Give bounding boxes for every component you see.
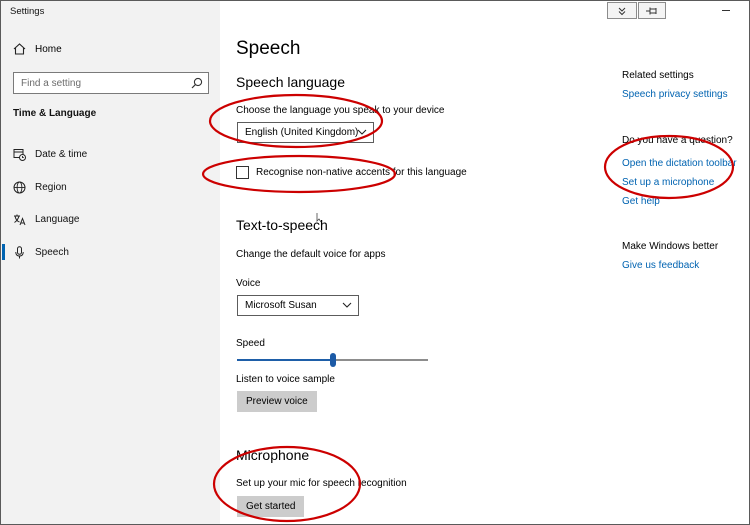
tts-heading: Text-to-speech — [236, 217, 328, 233]
accents-checkbox-label: Recognise non-native accents for this la… — [256, 167, 467, 178]
speed-slider-track — [336, 359, 428, 361]
sidebar-section-title: Time & Language — [13, 108, 97, 119]
sidebar: Settings Home Time & Language — [1, 1, 220, 524]
chevron-down-icon — [342, 302, 352, 308]
speed-slider[interactable] — [237, 353, 428, 367]
accents-checkbox[interactable] — [236, 166, 249, 179]
preview-voice-button[interactable]: Preview voice — [237, 391, 317, 412]
speed-slider-fill — [237, 359, 330, 361]
language-dropdown-value: English (United Kingdom) — [245, 127, 359, 138]
voice-dropdown-value: Microsoft Susan — [245, 300, 317, 311]
setup-microphone-link[interactable]: Set up a microphone — [622, 177, 714, 188]
home-icon — [13, 43, 26, 55]
feedback-heading: Make Windows better — [622, 241, 719, 252]
sample-label: Listen to voice sample — [236, 374, 335, 385]
tts-description: Change the default voice for apps — [236, 249, 386, 260]
text-cursor-icon — [316, 213, 322, 223]
related-settings-heading: Related settings — [622, 70, 694, 81]
search-icon[interactable] — [191, 77, 203, 89]
double-chevron-down-icon — [618, 7, 626, 15]
sidebar-item-label: Date & time — [35, 148, 88, 160]
speed-slider-thumb[interactable] — [330, 353, 336, 367]
language-prompt: Choose the language you speak to your de… — [236, 105, 445, 116]
sidebar-item-language[interactable]: Language — [1, 206, 220, 232]
voice-dropdown[interactable]: Microsoft Susan — [237, 295, 359, 316]
sidebar-item-label: Region — [35, 181, 67, 193]
speed-label: Speed — [236, 338, 265, 349]
sidebar-item-label: Speech — [35, 246, 69, 258]
hide-toolbar-button[interactable] — [607, 2, 637, 19]
chevron-down-icon — [357, 129, 367, 135]
calendar-clock-icon — [12, 147, 26, 161]
voice-label: Voice — [236, 278, 261, 289]
speech-privacy-link[interactable]: Speech privacy settings — [622, 89, 728, 100]
settings-window: Settings Home Time & Language — [0, 0, 750, 525]
pin-icon — [646, 7, 657, 14]
search-box[interactable] — [13, 72, 209, 94]
pin-toolbar-button[interactable] — [638, 2, 666, 19]
dictation-toolbar-link[interactable]: Open the dictation toolbar — [622, 158, 737, 169]
globe-icon — [12, 180, 26, 194]
home-nav-item[interactable]: Home — [13, 43, 62, 55]
accents-checkbox-row[interactable]: Recognise non-native accents for this la… — [236, 166, 467, 179]
search-input[interactable] — [14, 73, 184, 94]
language-icon — [12, 212, 26, 226]
minimize-button[interactable] — [720, 3, 734, 17]
sidebar-item-date-time[interactable]: Date & time — [1, 141, 220, 167]
microphone-description: Set up your mic for speech recognition — [236, 478, 407, 489]
app-title: Settings — [10, 6, 45, 17]
sidebar-item-region[interactable]: Region — [1, 174, 220, 200]
page-title: Speech — [236, 38, 301, 59]
give-feedback-link[interactable]: Give us feedback — [622, 260, 699, 271]
question-heading: Do you have a question? — [622, 135, 733, 146]
home-label: Home — [35, 43, 62, 55]
get-help-link[interactable]: Get help — [622, 196, 660, 207]
sidebar-item-label: Language — [35, 213, 80, 225]
speech-language-heading: Speech language — [236, 74, 345, 90]
sidebar-item-speech[interactable]: Speech — [1, 239, 220, 265]
microphone-heading: Microphone — [236, 447, 310, 463]
language-dropdown[interactable]: English (United Kingdom) — [237, 122, 374, 143]
microphone-icon — [12, 245, 26, 259]
get-started-button[interactable]: Get started — [237, 496, 305, 517]
